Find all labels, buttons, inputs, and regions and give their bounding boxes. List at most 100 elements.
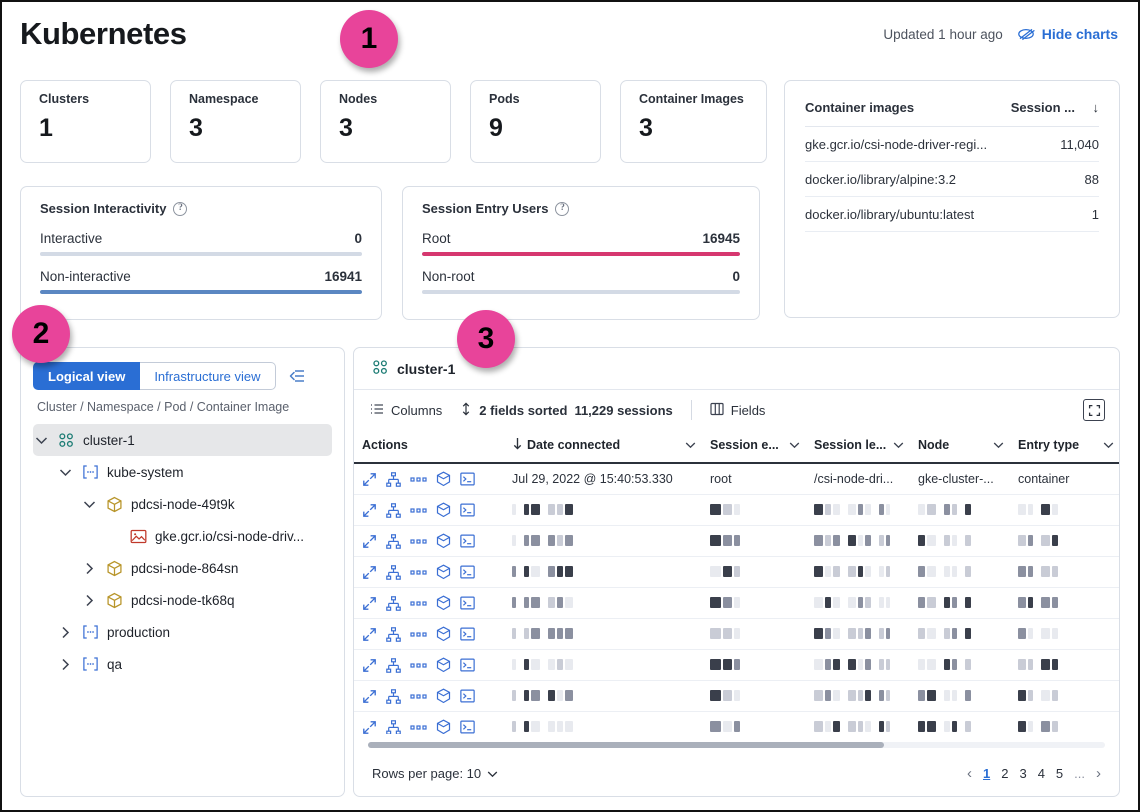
horizontal-scrollbar[interactable] <box>368 742 1105 748</box>
terminal-icon[interactable] <box>460 720 475 734</box>
tab-infrastructure-view[interactable]: Infrastructure view <box>140 362 275 390</box>
cube-icon[interactable] <box>436 564 451 580</box>
hierarchy-icon[interactable] <box>386 720 401 735</box>
prev-page-button[interactable]: ‹ <box>967 765 972 782</box>
tree-node-gke-gcr-io-csi-node-driv-[interactable]: gke.gcr.io/csi-node-driv... <box>105 520 332 552</box>
terminal-icon[interactable] <box>460 627 475 641</box>
page-button-3[interactable]: 3 <box>1019 766 1026 781</box>
chevron-down-icon[interactable] <box>33 436 49 445</box>
chevron-right-icon[interactable] <box>57 626 73 639</box>
chevron-right-icon[interactable] <box>57 658 73 671</box>
chevron-down-icon[interactable] <box>993 438 1004 452</box>
hierarchy-icon[interactable] <box>386 658 401 673</box>
chevron-down-icon[interactable] <box>893 438 904 452</box>
tree-node-production[interactable]: production <box>57 616 332 648</box>
cube-icon[interactable] <box>436 595 451 611</box>
expand-icon[interactable] <box>362 565 377 580</box>
table-row[interactable] <box>354 557 1119 588</box>
stat-card-namespace[interactable]: Namespace 3 <box>170 80 301 163</box>
cube-icon[interactable] <box>436 688 451 704</box>
chevron-down-icon[interactable] <box>685 438 696 452</box>
dots-icon[interactable] <box>410 503 427 518</box>
expand-icon[interactable] <box>362 689 377 704</box>
hierarchy-icon[interactable] <box>386 596 401 611</box>
tree-node-cluster-1[interactable]: cluster-1 <box>33 424 332 456</box>
tab-logical-view[interactable]: Logical view <box>33 362 140 390</box>
terminal-icon[interactable] <box>460 565 475 579</box>
next-page-button[interactable]: › <box>1096 765 1101 782</box>
tree-node-qa[interactable]: qa <box>57 648 332 680</box>
expand-icon[interactable] <box>362 627 377 642</box>
table-row[interactable]: Jul 29, 2022 @ 15:40:53.330root/csi-node… <box>354 463 1119 495</box>
dots-icon[interactable] <box>410 596 427 611</box>
column-header-actions[interactable]: Actions <box>354 430 504 463</box>
stat-card-clusters[interactable]: Clusters 1 <box>20 80 151 163</box>
cube-icon[interactable] <box>436 471 451 487</box>
chevron-right-icon[interactable] <box>81 562 97 575</box>
terminal-icon[interactable] <box>460 658 475 672</box>
tree-node-pdcsi-node-tk68q[interactable]: pdcsi-node-tk68q <box>81 584 332 616</box>
dots-icon[interactable] <box>410 658 427 673</box>
dots-icon[interactable] <box>410 627 427 642</box>
dots-icon[interactable] <box>410 534 427 549</box>
chevron-right-icon[interactable] <box>81 594 97 607</box>
expand-icon[interactable] <box>362 658 377 673</box>
pagination-ellipsis[interactable]: ... <box>1074 766 1085 781</box>
dots-icon[interactable] <box>410 565 427 580</box>
page-button-4[interactable]: 4 <box>1038 766 1045 781</box>
hierarchy-icon[interactable] <box>386 503 401 518</box>
fullscreen-icon[interactable] <box>1083 399 1105 421</box>
terminal-icon[interactable] <box>460 472 475 486</box>
collapse-panel-icon[interactable] <box>288 368 306 384</box>
rows-per-page-select[interactable]: Rows per page: 10 <box>372 766 498 781</box>
tree-node-pdcsi-node-49t9k[interactable]: pdcsi-node-49t9k <box>81 488 332 520</box>
chevron-down-icon[interactable] <box>81 500 97 509</box>
table-row[interactable] <box>354 526 1119 557</box>
terminal-icon[interactable] <box>460 534 475 548</box>
help-icon[interactable]: ? <box>173 202 187 216</box>
sort-desc-icon[interactable]: ↓ <box>1075 100 1099 115</box>
column-header-date-connected[interactable]: Date connected <box>504 430 702 463</box>
dots-icon[interactable] <box>410 472 427 487</box>
hierarchy-icon[interactable] <box>386 627 401 642</box>
table-row[interactable] <box>354 495 1119 526</box>
sort-fields-button[interactable]: 2 fields sorted 11,229 sessions <box>460 402 672 419</box>
chevron-down-icon[interactable] <box>57 468 73 477</box>
expand-icon[interactable] <box>362 503 377 518</box>
page-button-2[interactable]: 2 <box>1001 766 1008 781</box>
terminal-icon[interactable] <box>460 503 475 517</box>
table-row[interactable]: gke.gcr.io/csi-node-driver-regi... 11,04… <box>805 127 1099 162</box>
col-header-image-name[interactable]: Container images <box>805 100 1003 115</box>
columns-button[interactable]: Columns <box>370 402 442 419</box>
cube-icon[interactable] <box>436 626 451 642</box>
terminal-icon[interactable] <box>460 596 475 610</box>
terminal-icon[interactable] <box>460 689 475 703</box>
tree-node-kube-system[interactable]: kube-system <box>57 456 332 488</box>
column-header-entry-type[interactable]: Entry type <box>1010 430 1119 463</box>
stat-card-container-images[interactable]: Container Images 3 <box>620 80 767 163</box>
table-row[interactable]: docker.io/library/ubuntu:latest 1 <box>805 197 1099 232</box>
page-button-1[interactable]: 1 <box>983 766 990 781</box>
table-row[interactable] <box>354 619 1119 650</box>
hierarchy-icon[interactable] <box>386 472 401 487</box>
column-header-node[interactable]: Node <box>910 430 1010 463</box>
column-header-session-e[interactable]: Session e... <box>702 430 806 463</box>
column-header-session-le[interactable]: Session le... <box>806 430 910 463</box>
stat-card-nodes[interactable]: Nodes 3 <box>320 80 451 163</box>
chevron-down-icon[interactable] <box>789 438 800 452</box>
dots-icon[interactable] <box>410 720 427 735</box>
page-button-5[interactable]: 5 <box>1056 766 1063 781</box>
fields-button[interactable]: Fields <box>710 402 766 419</box>
help-icon[interactable]: ? <box>555 202 569 216</box>
sort-desc-icon[interactable] <box>512 437 523 453</box>
expand-icon[interactable] <box>362 720 377 735</box>
hierarchy-icon[interactable] <box>386 565 401 580</box>
chevron-down-icon[interactable] <box>1103 438 1114 452</box>
dots-icon[interactable] <box>410 689 427 704</box>
stat-card-pods[interactable]: Pods 9 <box>470 80 601 163</box>
hierarchy-icon[interactable] <box>386 534 401 549</box>
hierarchy-icon[interactable] <box>386 689 401 704</box>
expand-icon[interactable] <box>362 596 377 611</box>
cube-icon[interactable] <box>436 533 451 549</box>
expand-icon[interactable] <box>362 534 377 549</box>
